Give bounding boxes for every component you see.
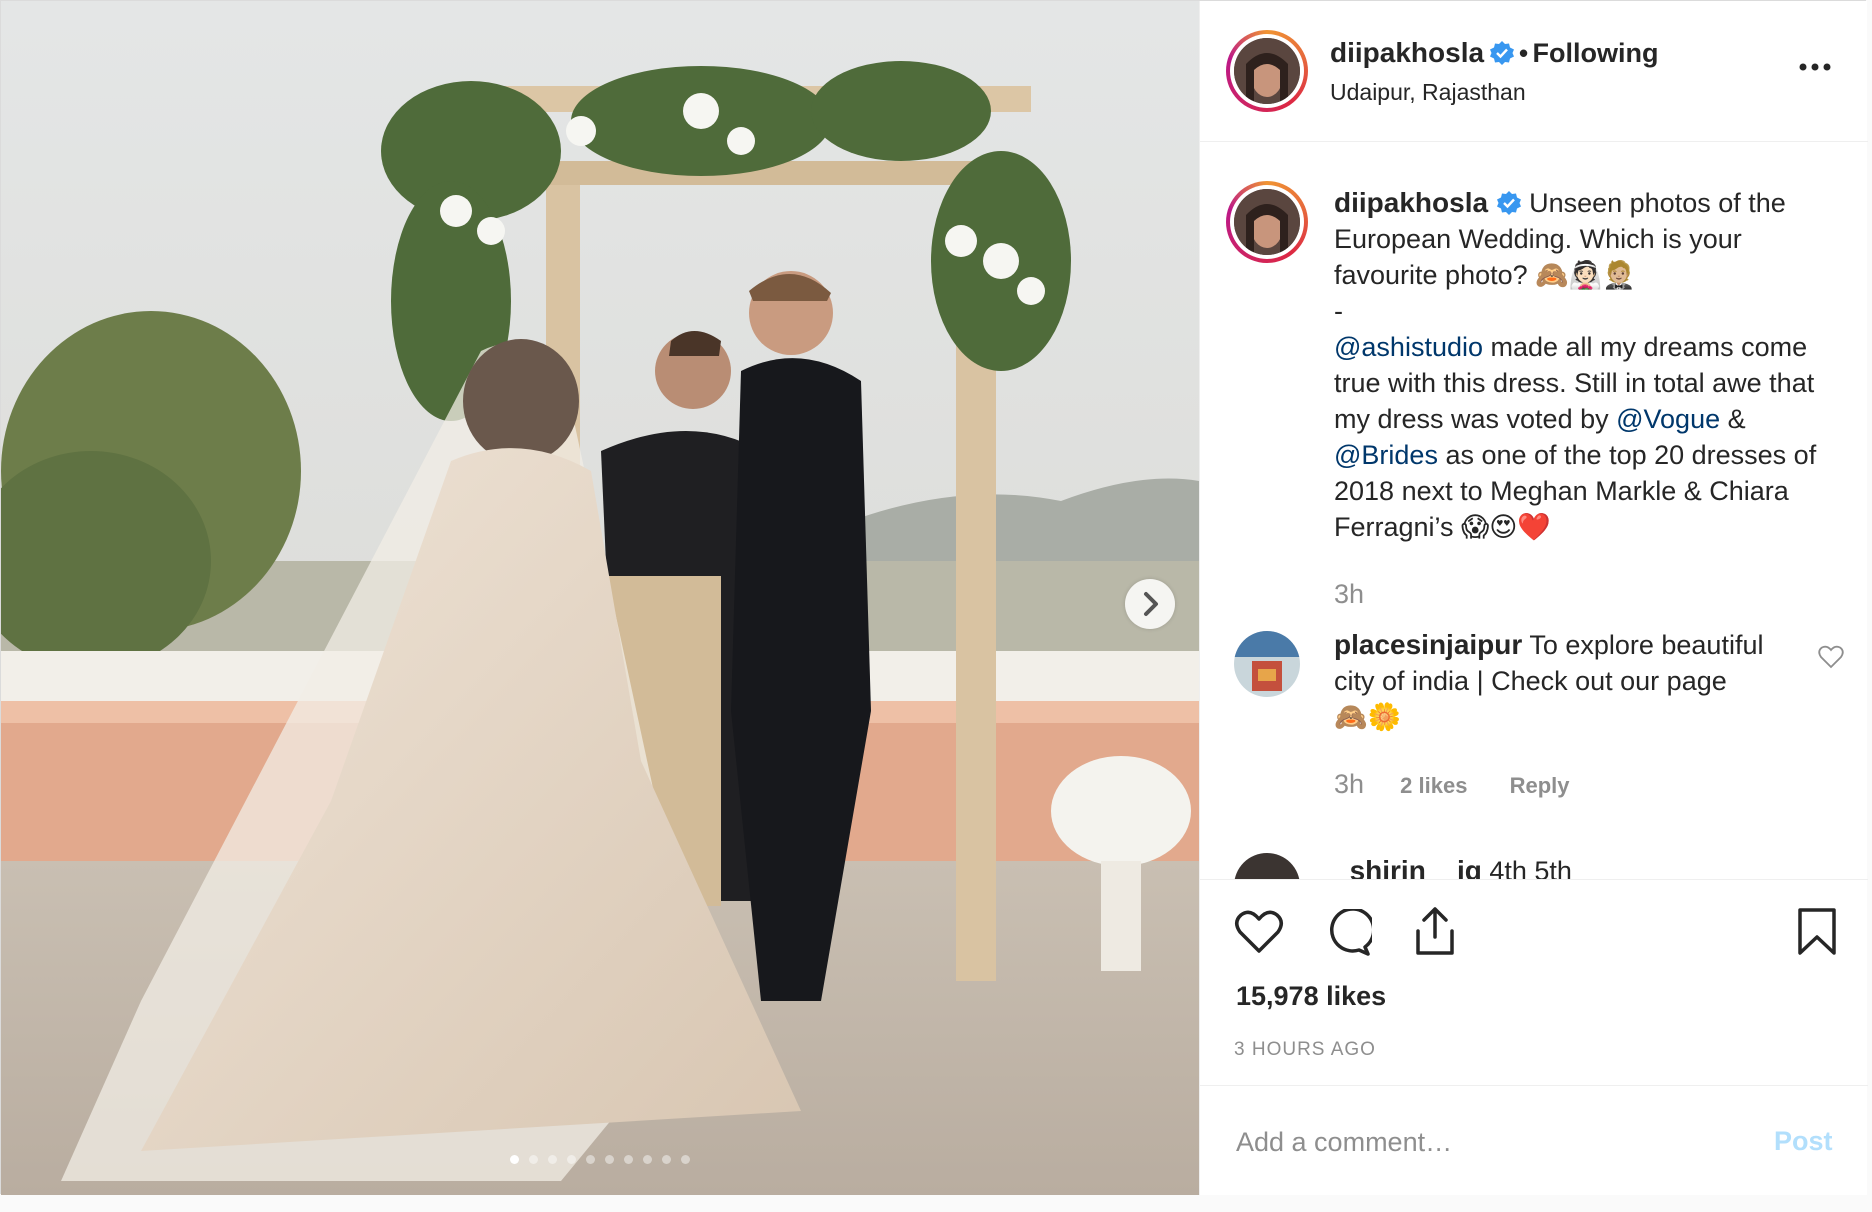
mention-vogue[interactable]: @Vogue (1616, 404, 1720, 434)
like-heart-icon[interactable] (1234, 909, 1284, 955)
post-header: diipakhosla • Following Udaipur, Rajasth… (1200, 1, 1868, 142)
author-avatar[interactable] (1226, 30, 1308, 112)
chevron-right-icon (1144, 592, 1158, 616)
wedding-photo-illustration (1, 1, 1199, 1195)
carousel-dot (529, 1155, 538, 1164)
author-username[interactable]: diipakhosla (1330, 37, 1484, 68)
separator-dot: • (1518, 38, 1529, 68)
carousel-dot (548, 1155, 557, 1164)
caption-amp: & (1720, 404, 1746, 434)
caption-emoji2: 😱😍❤️ (1461, 512, 1551, 542)
carousel-dot (510, 1155, 519, 1164)
verified-badge-icon (1496, 191, 1521, 215)
caption-emoji1: 🙈👰🏻🤵🏼 (1535, 260, 1637, 290)
share-icon[interactable] (1412, 905, 1458, 957)
caption-username[interactable]: diipakhosla (1334, 187, 1488, 218)
caption-text: diipakhosla Unseen photos of the Europea… (1334, 185, 1834, 545)
post-timestamp[interactable]: 3 HOURS AGO (1234, 1039, 1376, 1061)
post-location[interactable]: Udaipur, Rajasthan (1330, 79, 1526, 106)
comment-emoji: 🙈🌼 (1334, 702, 1402, 732)
avatar-image (1234, 631, 1300, 697)
comment-meta: 3h 2 likes Reply (1334, 769, 1570, 800)
comment-body: placesinjaipur To explore beautiful city… (1334, 627, 1804, 735)
carousel-indicators (1, 1151, 1199, 1167)
carousel-dot (567, 1155, 576, 1164)
next-arrow-button[interactable] (1125, 579, 1175, 629)
post-comment-button[interactable]: Post (1774, 1126, 1833, 1157)
avatar-image (1234, 189, 1300, 255)
commenter-avatar[interactable] (1234, 631, 1300, 697)
post-side-panel: diipakhosla • Following Udaipur, Rajasth… (1199, 1, 1868, 1196)
following-button[interactable]: Following (1533, 38, 1659, 68)
comment-body: _shirin__ig 4th 5th (1334, 855, 1572, 880)
comment-likes[interactable]: 2 likes (1400, 773, 1467, 798)
more-horizontal-icon[interactable] (1798, 57, 1832, 77)
verified-badge-icon (1489, 41, 1514, 65)
carousel-dot (586, 1155, 595, 1164)
carousel-dot (643, 1155, 652, 1164)
caption-dash: - (1334, 296, 1343, 326)
commenter-username[interactable]: placesinjaipur (1334, 629, 1522, 660)
carousel-dot (681, 1155, 690, 1164)
commenter-avatar[interactable] (1234, 853, 1300, 879)
mention-ashistudio[interactable]: @ashistudio (1334, 332, 1483, 362)
add-comment-bar: Post (1200, 1085, 1868, 1196)
post-container: diipakhosla • Following Udaipur, Rajasth… (0, 0, 1868, 1196)
bookmark-icon[interactable] (1796, 907, 1838, 957)
reply-button[interactable]: Reply (1510, 773, 1570, 798)
comment-input[interactable] (1234, 1116, 1718, 1168)
comments-section: diipakhosla Unseen photos of the Europea… (1200, 141, 1868, 880)
likes-count[interactable]: 15,978 likes (1236, 981, 1386, 1012)
comment-time[interactable]: 3h (1334, 769, 1364, 799)
mention-brides[interactable]: @Brides (1334, 440, 1438, 470)
carousel-dot (605, 1155, 614, 1164)
carousel-dot (662, 1155, 671, 1164)
carousel-dot (624, 1155, 633, 1164)
comment-like-heart-icon[interactable] (1818, 645, 1844, 669)
comment-icon[interactable] (1324, 909, 1372, 957)
avatar-image (1234, 38, 1300, 104)
caption-time[interactable]: 3h (1334, 579, 1364, 610)
post-photo[interactable] (1, 1, 1199, 1195)
caption-avatar[interactable] (1226, 181, 1308, 263)
commenter-username[interactable]: _shirin__ig (1334, 855, 1482, 879)
comment-text: 4th 5th (1489, 856, 1572, 880)
